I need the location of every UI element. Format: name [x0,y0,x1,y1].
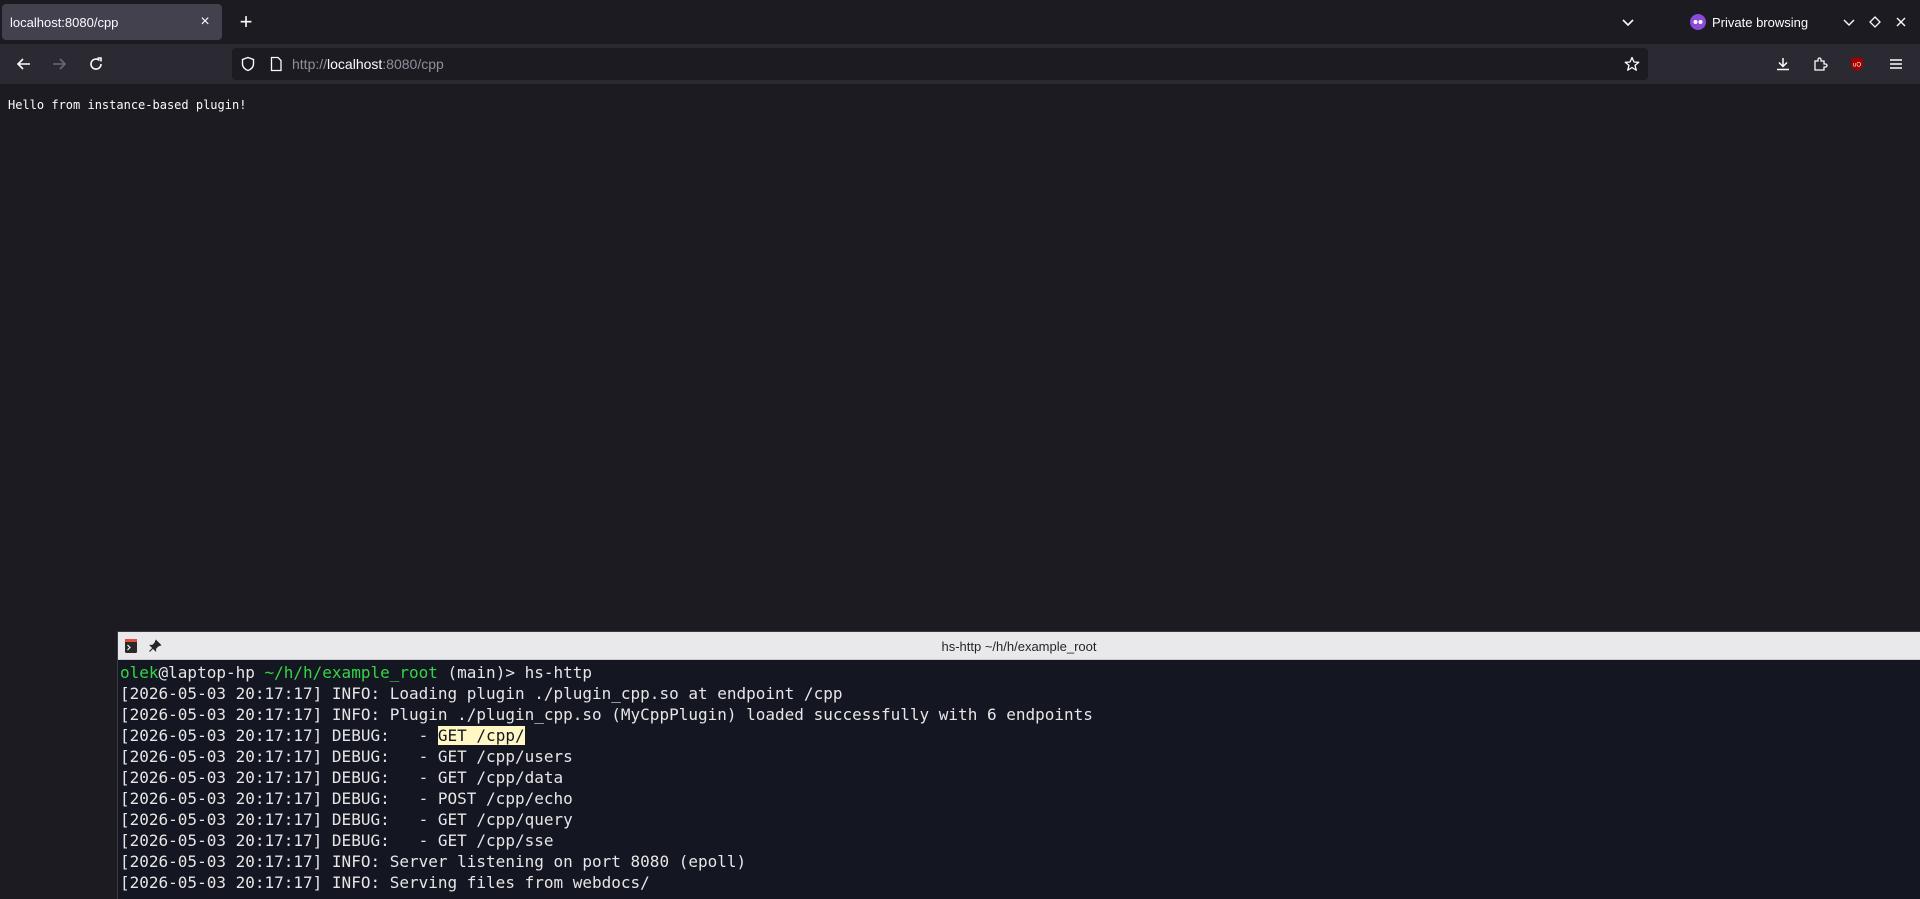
prompt-host: @laptop-hp [158,663,255,682]
prompt-user: olek [120,663,159,682]
terminal-log-line: [2026-05-03 20:17:17] INFO: Serving file… [120,873,650,892]
terminal-log-line: [2026-05-03 20:17:17] DEBUG: - GET /cpp/… [120,810,573,829]
forward-arrow-icon[interactable] [45,50,73,78]
url-rest: :8080/cpp [382,56,444,72]
selected-text: GET /cpp/ [437,726,525,745]
private-browsing-indicator: Private browsing [1690,8,1808,36]
terminal-titlebar[interactable]: hs-http ~/h/h/example_root [118,632,1920,660]
close-window-icon[interactable] [1889,10,1913,34]
terminal-log-line: [2026-05-03 20:17:17] DEBUG: - GET /cpp/… [120,747,573,766]
downloads-icon[interactable] [1769,50,1797,78]
tab-strip: localhost:8080/cpp × + Private browsing [0,0,1920,44]
page-info-icon[interactable] [268,56,284,77]
terminal-log-line: [2026-05-03 20:17:17] INFO: Plugin ./plu… [120,705,1093,724]
tab-title: localhost:8080/cpp [10,14,119,30]
terminal-title: hs-http ~/h/h/example_root [941,639,1097,654]
terminal-log-line: [2026-05-03 20:17:17] DEBUG: - GET /cpp/… [120,768,564,787]
url-text[interactable]: http://localhost:8080/cpp [292,56,444,72]
minimize-chevron-icon[interactable] [1837,10,1861,34]
terminal-log-line: [2026-05-03 20:17:17] DEBUG: - GET /cpp/… [120,831,554,850]
prompt-branch: (main)> [437,663,525,682]
maximize-diamond-icon[interactable] [1863,10,1887,34]
terminal-log-line: [2026-05-03 20:17:17] INFO: Server liste… [120,852,747,871]
url-scheme: http:// [292,56,328,72]
nav-toolbar: http://localhost:8080/cpp uO [0,44,1920,84]
back-arrow-icon[interactable] [10,50,38,78]
private-browsing-label: Private browsing [1712,14,1809,30]
terminal-prompt-line: olek@laptop-hp ~/h/h/example_root (main)… [120,662,1920,683]
hamburger-menu-icon[interactable] [1882,50,1910,78]
terminal-log-line: [2026-05-03 20:17:17] INFO: Loading plug… [120,684,843,703]
url-host: localhost [327,56,383,72]
prompt-path: ~/h/h/example_root [254,663,438,682]
prompt-command: hs-http [524,663,593,682]
new-tab-icon[interactable]: + [234,9,258,34]
ublock-origin-icon[interactable]: uO [1843,50,1871,78]
svg-text:uO: uO [1853,63,1861,69]
reload-icon[interactable] [82,50,110,78]
terminal-log-line: [2026-05-03 20:17:17] DEBUG: - GET /cpp/ [120,725,1920,746]
extensions-icon[interactable] [1806,50,1834,78]
private-mask-icon [1690,14,1706,30]
page-body-text: Hello from instance-based plugin! [8,98,247,112]
tab-close-icon[interactable]: × [194,11,216,33]
tab-active[interactable]: localhost:8080/cpp × [2,4,222,40]
tracking-shield-icon[interactable] [240,56,256,77]
terminal-log-line: [2026-05-03 20:17:17] DEBUG: - POST /cpp… [120,789,573,808]
terminal-log-prefix: [2026-05-03 20:17:17] DEBUG: - [120,726,438,745]
url-bar[interactable]: http://localhost:8080/cpp [232,48,1648,80]
bookmark-star-icon[interactable] [1624,56,1640,77]
terminal-window[interactable]: hs-http ~/h/h/example_root olek@laptop-h… [117,631,1920,899]
terminal-output[interactable]: olek@laptop-hp ~/h/h/example_root (main)… [120,662,1920,899]
list-all-tabs-chevron-icon[interactable] [1616,10,1640,34]
